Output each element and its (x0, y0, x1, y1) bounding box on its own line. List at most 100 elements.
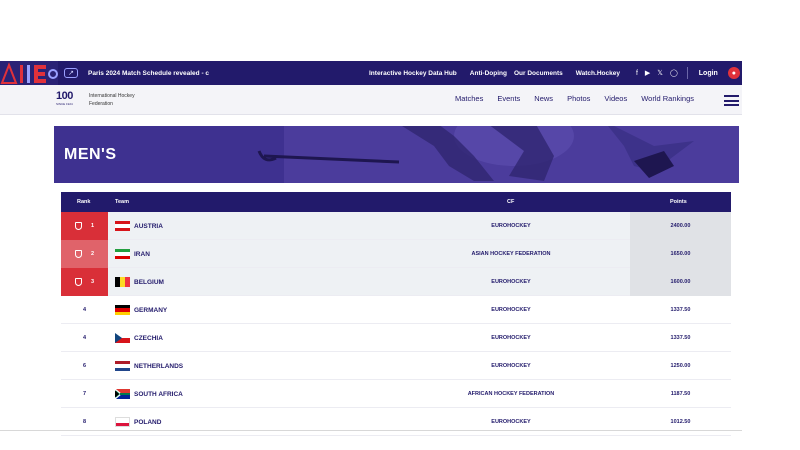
points-value: 1650.00 (670, 251, 691, 257)
org-name-line1: International Hockey (89, 93, 135, 99)
cf-name: EUROHOCKEY (491, 279, 531, 285)
rank-value: 1 (90, 223, 95, 229)
nav-matches[interactable]: Matches (455, 94, 483, 103)
table-row[interactable]: 3 BELGIUM EUROHOCKEY 1600.00 (61, 268, 731, 296)
nav-news[interactable]: News (534, 94, 553, 103)
points-value: 1600.00 (670, 279, 691, 285)
team-name[interactable]: NETHERLANDS (134, 363, 183, 370)
table-row[interactable]: 8 POLAND EUROHOCKEY 1012.50 (61, 408, 731, 436)
nav-events[interactable]: Events (497, 94, 520, 103)
org-name-line2: Federation (89, 101, 113, 107)
table-row[interactable]: 7 SOUTH AFRICA AFRICAN HOCKEY FEDERATION… (61, 380, 731, 408)
rank-value: 4 (82, 335, 87, 341)
rank-value: 3 (90, 279, 95, 285)
table-row[interactable]: 4 CZECHIA EUROHOCKEY 1337.50 (61, 324, 731, 352)
belgium-flag-icon (115, 277, 130, 287)
rank-cell: 4 (61, 324, 108, 352)
points-value: 1250.00 (670, 363, 691, 369)
page-title: MEN'S (64, 146, 117, 163)
south-africa-flag-icon (115, 389, 130, 399)
points-value: 1012.50 (670, 419, 691, 425)
team-name[interactable]: IRAN (134, 251, 150, 258)
poland-flag-icon (115, 417, 130, 427)
rank-cell: 4 (61, 296, 108, 324)
cf-name: ASIAN HOCKEY FEDERATION (471, 251, 551, 257)
cf-name: EUROHOCKEY (491, 363, 531, 369)
austria-flag-icon (115, 221, 130, 231)
hero-banner: MEN'S (54, 126, 739, 183)
link-our-documents[interactable]: Our Documents (514, 70, 563, 77)
table-row[interactable]: 4 GERMANY EUROHOCKEY 1337.50 (61, 296, 731, 324)
nav-photos[interactable]: Photos (567, 94, 590, 103)
table-row[interactable]: 2 IRAN ASIAN HOCKEY FEDERATION 1650.00 (61, 240, 731, 268)
cf-name: EUROHOCKEY (491, 419, 531, 425)
org-name: International Hockey Federation (89, 92, 149, 108)
team-name[interactable]: BELGIUM (134, 279, 164, 286)
team-name[interactable]: POLAND (134, 419, 161, 426)
netherlands-flag-icon (115, 361, 130, 371)
team-name[interactable]: GERMANY (134, 307, 167, 314)
cf-name: EUROHOCKEY (491, 307, 531, 313)
rank-value: 6 (82, 363, 87, 369)
medal-shield-icon (74, 278, 82, 286)
iran-flag-icon (115, 249, 130, 259)
instagram-icon[interactable]: ◯ (670, 69, 678, 77)
hamburger-menu-icon[interactable] (724, 95, 739, 106)
table-row[interactable]: 1 AUSTRIA EUROHOCKEY 2400.00 (61, 212, 731, 240)
points-value: 1337.50 (670, 307, 691, 313)
points-value: 1337.50 (670, 335, 691, 341)
news-ticker[interactable]: Paris 2024 Match Schedule revealed - c (88, 70, 228, 77)
rank-cell: 2 (61, 240, 108, 268)
czechia-flag-icon (115, 333, 130, 343)
logo-number: 100 (56, 90, 73, 102)
rank-value: 4 (82, 307, 87, 313)
germany-flag-icon (115, 305, 130, 315)
x-icon[interactable]: 𝕏 (657, 69, 663, 77)
main-nav: Matches Events News Photos Videos World … (455, 94, 708, 103)
team-name[interactable]: CZECHIA (134, 335, 163, 342)
login-link[interactable]: Login (699, 70, 718, 77)
link-data-hub[interactable]: Interactive Hockey Data Hub (369, 70, 457, 77)
medal-shield-icon (74, 250, 82, 258)
col-team: Team (115, 199, 129, 205)
points-value: 2400.00 (670, 223, 691, 229)
logo-since: SINCE 1924 (56, 102, 73, 106)
team-name[interactable]: SOUTH AFRICA (134, 391, 183, 398)
page: ↗ Paris 2024 Match Schedule revealed - c… (0, 0, 800, 450)
divider (686, 67, 688, 79)
rank-cell: 1 (61, 212, 108, 240)
news-arrow-icon[interactable]: ↗ (64, 68, 78, 78)
rank-cell: 7 (61, 380, 108, 408)
rank-value: 2 (90, 251, 95, 257)
user-icon[interactable]: ● (727, 67, 740, 79)
rank-value: 8 (82, 419, 87, 425)
col-rank: Rank (77, 199, 91, 205)
cf-name: EUROHOCKEY (491, 223, 531, 229)
team-name[interactable]: AUSTRIA (134, 223, 163, 230)
rank-cell: 6 (61, 352, 108, 380)
top-links: Interactive Hockey Data Hub Anti-Doping … (369, 70, 620, 77)
link-anti-doping[interactable]: Anti-Doping (470, 70, 507, 77)
site-header: 100 SINCE 1924 International Hockey Fede… (0, 85, 742, 115)
table-row[interactable]: 6 NETHERLANDS EUROHOCKEY 1250.00 (61, 352, 731, 380)
cf-name: EUROHOCKEY (491, 335, 531, 341)
rank-value: 7 (82, 391, 87, 397)
fih-logo[interactable]: 100 SINCE 1924 (56, 91, 84, 109)
facebook-icon[interactable]: f (636, 70, 638, 77)
page-edge-divider (0, 430, 742, 431)
decorative-pattern (0, 61, 58, 85)
col-cf: CF (507, 199, 515, 205)
link-watch-hockey[interactable]: Watch.Hockey (576, 70, 620, 77)
hockey-player-graphic (54, 126, 739, 183)
social-links: f ▶ 𝕏 ◯ (636, 69, 678, 78)
points-value: 1187.50 (670, 391, 691, 397)
cf-name: AFRICAN HOCKEY FEDERATION (467, 391, 555, 397)
medal-shield-icon (74, 222, 82, 230)
rankings-table: Rank Team CF Points 1 AUSTRIA EUROHOCKEY… (61, 192, 731, 436)
rank-cell: 8 (61, 408, 108, 436)
col-points: Points (670, 199, 687, 205)
youtube-icon[interactable]: ▶ (645, 69, 650, 77)
nav-world-rankings[interactable]: World Rankings (641, 94, 694, 103)
rank-cell: 3 (61, 268, 108, 296)
nav-videos[interactable]: Videos (604, 94, 627, 103)
